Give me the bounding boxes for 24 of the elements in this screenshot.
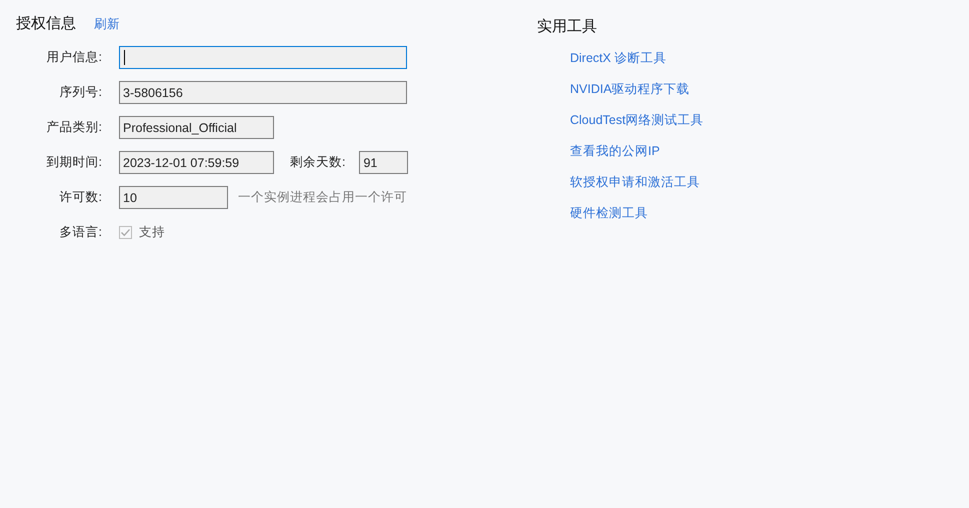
field-label: 剩余天数: <box>290 154 346 171</box>
input-field[interactable]: 2023-12-01 07:59:59 <box>119 151 274 174</box>
tool-link[interactable]: 查看我的公网IP <box>570 143 704 160</box>
tool-link[interactable]: NVIDIA驱动程序下载 <box>570 81 704 98</box>
field-label: 产品类别: <box>46 119 102 136</box>
input-field[interactable]: Professional_Official <box>119 116 274 139</box>
section-title: 授权信息 <box>16 14 76 33</box>
tool-link[interactable]: 硬件检测工具 <box>570 205 704 222</box>
field-label: 用户信息: <box>46 49 102 66</box>
input-field[interactable] <box>119 46 407 69</box>
checkbox-label: 支持 <box>139 224 165 241</box>
refresh-link[interactable]: 刷新 <box>94 16 120 33</box>
tool-link[interactable]: DirectX 诊断工具 <box>570 50 704 67</box>
tool-link[interactable]: 软授权申请和激活工具 <box>570 174 704 191</box>
tool-link[interactable]: CloudTest网络测试工具 <box>570 112 704 129</box>
input-field[interactable]: 3-5806156 <box>119 81 407 104</box>
field-label: 多语言: <box>58 224 102 241</box>
field-label: 序列号: <box>58 84 102 101</box>
input-field[interactable]: 91 <box>359 151 408 174</box>
field-label: 许可数: <box>58 189 102 206</box>
field-label: 到期时间: <box>46 154 102 171</box>
input-field[interactable]: 10 <box>119 186 228 209</box>
hint-text: 一个实例进程会占用一个许可 <box>238 189 407 206</box>
section-title: 实用工具 <box>537 17 598 36</box>
